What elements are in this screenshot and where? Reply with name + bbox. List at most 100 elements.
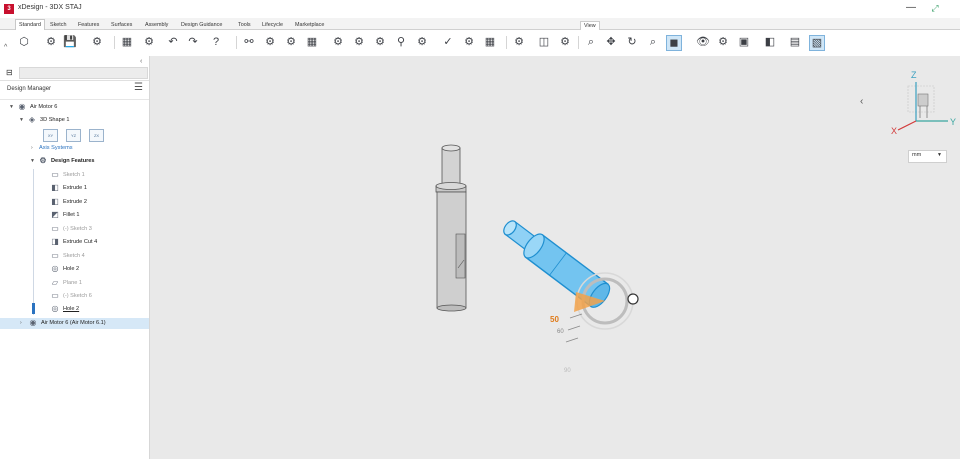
explode-icon[interactable]: ⚙	[331, 35, 345, 49]
expand-toggle-icon[interactable]: ›	[20, 318, 28, 329]
rotation-angle-60: 60	[557, 329, 564, 335]
tree-item-hole-2-active[interactable]: ◎ Hole 2	[50, 304, 80, 315]
expand-toggle-icon[interactable]: ▼	[19, 115, 27, 126]
fit-all-icon[interactable]: ▧	[809, 35, 825, 51]
triad-x-label: X	[891, 126, 897, 136]
minimize-button[interactable]: —	[904, 0, 918, 16]
tab-marketplace[interactable]: Marketplace	[292, 20, 327, 30]
hole-icon: ◎	[51, 304, 59, 314]
tree-item-extrude-2[interactable]: ◧ Extrude 2	[50, 197, 87, 208]
tree-item-hole-2[interactable]: ◎ Hole 2	[50, 264, 80, 275]
expand-toggle-icon[interactable]: ›	[31, 143, 39, 154]
section-view-icon[interactable]: ◧	[763, 35, 777, 49]
tree-item-label: Plane 1	[63, 280, 82, 286]
tab-tools[interactable]: Tools	[235, 20, 254, 30]
tree-item-sketch-4[interactable]: ▭ Sketch 4	[50, 251, 85, 262]
panel-search-input[interactable]	[19, 67, 148, 79]
panel-collapse-icon[interactable]: ‹	[140, 58, 142, 65]
measure-icon[interactable]: ✓	[441, 35, 455, 49]
drawing-icon[interactable]: ◫	[537, 35, 551, 49]
tree-item-design-features[interactable]: ▼ ⚙ Design Features	[30, 156, 95, 167]
tree-item-axis-systems[interactable]: › Axis Systems	[31, 143, 73, 154]
pointer-tool-icon[interactable]: ⬡	[17, 35, 31, 49]
tree-item-label: Air Motor 6	[30, 104, 58, 110]
tree-item-extrude-cut-4[interactable]: ◨ Extrude Cut 4	[50, 237, 97, 248]
plane-xy-icon[interactable]: XY	[43, 129, 58, 142]
features-icon: ⚙	[39, 156, 47, 166]
shaft-part-1[interactable]	[435, 144, 467, 312]
insert-part-icon[interactable]: ⚙	[284, 35, 298, 49]
fullscreen-icon[interactable]: ⤢	[928, 0, 942, 16]
rollback-bar[interactable]	[32, 303, 35, 314]
gears-icon[interactable]: ⚙	[415, 35, 429, 49]
undo-icon[interactable]: ↶	[166, 35, 180, 49]
extrude-cut-icon: ◨	[51, 237, 59, 247]
rotate-icon[interactable]: ↻	[625, 35, 639, 49]
motion-icon[interactable]: ⚙	[512, 35, 526, 49]
shaft-part-2-selected[interactable]	[498, 214, 614, 311]
display-style-icon[interactable]: ⚙	[716, 35, 730, 49]
mate-icon[interactable]: ⚯	[242, 35, 256, 49]
fasten-icon[interactable]: ⚙	[352, 35, 366, 49]
pattern-icon[interactable]: ▦	[305, 35, 319, 49]
zoom-icon[interactable]: ⌕	[584, 35, 598, 49]
assembly-icon: ◉	[18, 102, 26, 112]
extrude-icon: ◧	[51, 197, 59, 207]
hamburger-menu-icon[interactable]: ☰	[134, 82, 143, 93]
chevron-down-icon[interactable]: ▼	[937, 152, 942, 158]
expand-toggle-icon[interactable]: ▼	[30, 156, 38, 167]
units-value: mm	[912, 152, 922, 158]
tab-features[interactable]: Features	[75, 20, 102, 30]
help-icon[interactable]: ?	[209, 35, 223, 49]
insert-component-icon[interactable]: ⚙	[263, 35, 277, 49]
sketch-icon: ▭	[51, 291, 59, 301]
tab-design-guidance[interactable]: Design Guidance	[178, 20, 225, 30]
tab-lifecycle[interactable]: Lifecycle	[259, 20, 286, 30]
table-icon[interactable]: ▦	[483, 35, 497, 49]
tree-item-fillet-1[interactable]: ◩ Fillet 1	[50, 210, 79, 221]
tree-item-sketch-3[interactable]: ▭ (-) Sketch 3	[50, 224, 92, 235]
tree-item-label: Extrude 1	[63, 185, 87, 191]
tree-item-air-motor-6-1[interactable]: › ◉ Air Motor 6 (Air Motor 6.1)	[0, 318, 149, 329]
interference-icon[interactable]: ⚙	[373, 35, 387, 49]
tree-item-label: Design Features	[51, 158, 95, 164]
fillet-icon: ◩	[51, 210, 59, 220]
tree-item-plane-1[interactable]: ▱ Plane 1	[50, 278, 82, 289]
tree-item-sketch-1[interactable]: ▭ Sketch 1	[50, 170, 85, 181]
view-cube-icon[interactable]: ◼	[666, 35, 682, 51]
hide-show-icon[interactable]: 👁	[696, 35, 710, 49]
section-icon[interactable]: ⚙	[462, 35, 476, 49]
zoom-fit-icon[interactable]: ⌕	[646, 35, 660, 49]
clip-icon[interactable]: ⚲	[394, 35, 408, 49]
tab-sketch[interactable]: Sketch	[47, 20, 69, 30]
tree-view-icon[interactable]: ⊟	[6, 68, 13, 77]
tree-item-air-motor-6[interactable]: ▼ ◉ Air Motor 6	[9, 102, 57, 113]
tab-surfaces[interactable]: Surfaces	[108, 20, 135, 30]
tree-item-extrude-1[interactable]: ◧ Extrude 1	[50, 183, 87, 194]
orientation-triad[interactable]	[897, 82, 948, 131]
save-icon[interactable]: 💾	[63, 35, 77, 49]
appearance-icon[interactable]: ▣	[737, 35, 751, 49]
render-icon[interactable]: ⚙	[558, 35, 572, 49]
component-icon[interactable]: ⚙	[44, 35, 58, 49]
share-icon[interactable]: ⚙	[90, 35, 104, 49]
pan-icon[interactable]: ✥	[604, 35, 618, 49]
assembly-icon: ◉	[29, 318, 37, 328]
panel-divider	[0, 99, 149, 100]
ribbon-collapse-icon[interactable]: ^	[4, 44, 7, 51]
rotation-angle-90: 90	[564, 368, 571, 374]
camera-icon[interactable]: ▤	[788, 35, 802, 49]
expand-toggle-icon[interactable]: ▼	[9, 102, 17, 113]
tab-assembly[interactable]: Assembly	[142, 20, 171, 30]
title-bar	[0, 0, 960, 18]
hole-icon: ◎	[51, 264, 59, 274]
window-title: xDesign - 3DX STAJ	[18, 4, 82, 11]
redo-icon[interactable]: ↷	[186, 35, 200, 49]
plane-yz-icon[interactable]: YZ	[66, 129, 81, 142]
viewport-scene: 50 60 90 Z X Y	[435, 70, 956, 374]
tree-item-3d-shape-1[interactable]: ▼ ◈ 3D Shape 1	[19, 115, 70, 126]
plane-zx-icon[interactable]: ZX	[89, 129, 104, 142]
properties-icon[interactable]: ▦	[120, 35, 134, 49]
settings-icon[interactable]: ⚙	[142, 35, 156, 49]
tree-item-sketch-6[interactable]: ▭ (-) Sketch 6	[50, 291, 92, 302]
